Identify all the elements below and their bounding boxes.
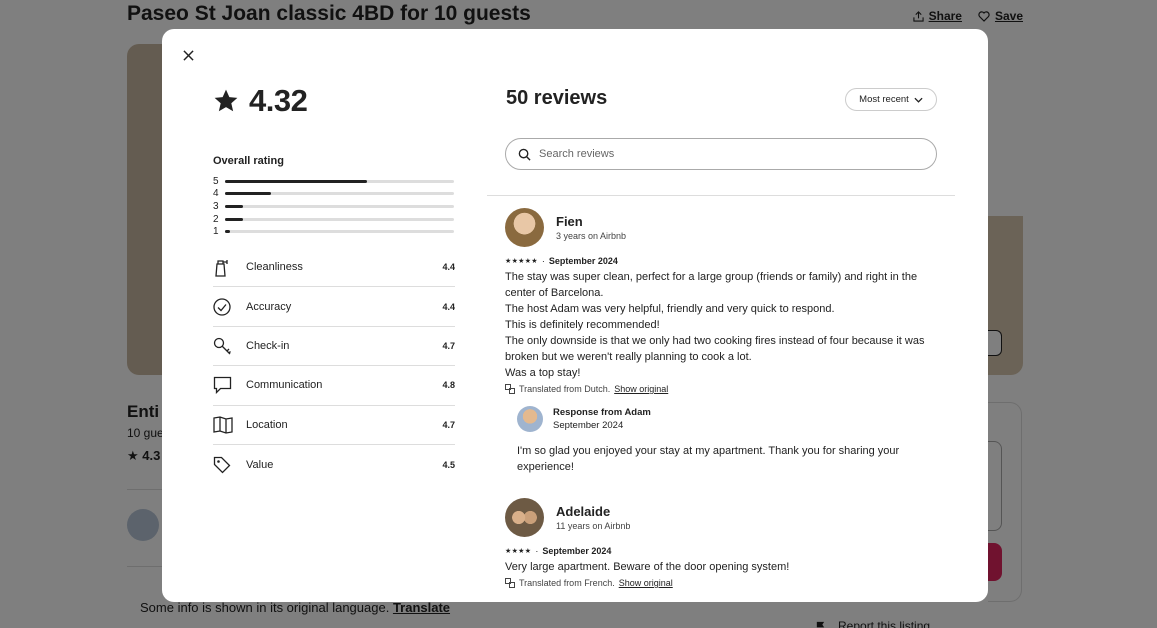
response-text: I'm so glad you enjoyed your stay at my … <box>517 445 900 473</box>
tag-icon <box>213 456 246 474</box>
sort-label: Most recent <box>859 94 909 105</box>
map-icon <box>213 416 246 434</box>
category-value: 4.5 <box>442 459 455 470</box>
rating-bar-fill <box>225 192 271 196</box>
host-response: Response from Adam September 2024 I'm so… <box>505 406 945 475</box>
reviewer-tenure: 3 years on Airbnb <box>556 230 627 241</box>
rating-distribution: 54321 <box>213 175 455 238</box>
category-rating-value: Value 4.5 <box>213 445 455 484</box>
response-title: Response from Adam <box>553 407 651 418</box>
category-ratings: Cleanliness 4.4 Accuracy 4.4 Check-in 4.7 Comm… <box>213 248 455 484</box>
review-date: September 2024 <box>542 546 612 556</box>
review-item: Fien 3 years on Airbnb ★★★★★ · September… <box>505 207 945 475</box>
category-label: Accuracy <box>246 300 292 313</box>
category-label: Cleanliness <box>246 261 303 274</box>
review-text: The stay was super clean, perfect for a … <box>505 271 925 379</box>
close-button[interactable] <box>179 46 197 64</box>
category-rating-cleanliness: Cleanliness 4.4 <box>213 248 455 288</box>
reviewer-name: Adelaide <box>556 503 611 519</box>
reviews-modal: 4.32 Overall rating 54321 Cleanliness 4.4… <box>162 29 988 602</box>
category-rating-location: Location 4.7 <box>213 406 455 445</box>
review-list: Fien 3 years on Airbnb ★★★★★ · September… <box>505 207 945 602</box>
category-value: 4.7 <box>442 340 455 351</box>
rating-summary: 4.32 Overall rating 54321 Cleanliness 4.4… <box>213 81 455 484</box>
rating-bar-row: 5 <box>213 175 455 188</box>
rating-bar-label: 3 <box>213 200 219 212</box>
chevron-down-icon <box>914 97 923 103</box>
category-value: 4.8 <box>442 380 455 391</box>
sort-dropdown[interactable]: Most recent <box>845 88 937 111</box>
rating-bar-fill <box>225 230 230 234</box>
check-circle-icon <box>213 297 246 316</box>
rating-bar-row: 2 <box>213 213 455 226</box>
search-reviews[interactable] <box>505 138 937 170</box>
rating-bar-row: 3 <box>213 200 455 213</box>
review-text: Very large apartment. Beware of the door… <box>505 561 790 573</box>
reviewer-tenure: 11 years on Airbnb <box>556 520 631 531</box>
reviews-count: 50 reviews <box>506 87 608 109</box>
overall-score-value: 4.32 <box>249 83 308 118</box>
rating-bar-row: 4 <box>213 188 455 201</box>
category-value: 4.4 <box>442 262 455 273</box>
category-label: Check-in <box>246 339 290 352</box>
review-stars: ★★★★ <box>505 548 532 555</box>
star-icon <box>214 89 238 112</box>
category-value: 4.7 <box>442 419 455 430</box>
translate-icon <box>505 384 515 394</box>
category-label: Location <box>246 418 288 431</box>
category-rating-communication: Communication 4.8 <box>213 366 455 406</box>
divider <box>487 195 955 196</box>
reviewer-avatar[interactable] <box>505 207 544 247</box>
translate-icon <box>505 578 515 588</box>
host-avatar[interactable] <box>517 406 543 432</box>
overall-rating-label: Overall rating <box>213 155 284 167</box>
rating-bar-label: 5 <box>213 175 219 187</box>
rating-bar-track <box>225 179 454 183</box>
rating-bar-track <box>225 204 454 208</box>
category-rating-check-in: Check-in 4.7 <box>213 327 455 367</box>
rating-bar-fill <box>225 204 244 208</box>
review-item: Adelaide 11 years on Airbnb ★★★★ · Septe… <box>505 497 945 588</box>
show-original-link[interactable]: Show original <box>614 384 668 394</box>
search-input[interactable] <box>539 148 919 160</box>
translation-notice: Translated from French. Show original <box>505 578 945 588</box>
rating-bar-track <box>225 217 454 221</box>
rating-bar-row: 1 <box>213 225 455 238</box>
close-icon <box>182 49 194 61</box>
spray-bottle-icon <box>213 257 246 277</box>
reviewer-avatar[interactable] <box>505 497 544 537</box>
rating-bar-track <box>225 192 454 196</box>
category-label: Communication <box>246 379 323 392</box>
translated-label: Translated from French. <box>519 578 615 588</box>
review-date: September 2024 <box>548 256 618 266</box>
rating-bar-label: 4 <box>213 188 219 200</box>
category-rating-accuracy: Accuracy 4.4 <box>213 287 455 327</box>
rating-bar-track <box>225 230 454 234</box>
overall-score: 4.32 <box>213 81 455 121</box>
category-value: 4.4 <box>442 301 455 312</box>
review-stars: ★★★★★ <box>505 258 538 265</box>
meta-separator: · <box>541 256 545 266</box>
category-label: Value <box>246 458 274 471</box>
rating-bar-label: 1 <box>213 226 219 238</box>
translated-label: Translated from Dutch. <box>519 384 611 394</box>
rating-bar-label: 2 <box>213 213 219 225</box>
meta-separator: · <box>535 546 539 556</box>
show-original-link[interactable]: Show original <box>619 578 673 588</box>
rating-bar-fill <box>225 217 244 221</box>
search-icon <box>518 148 531 161</box>
reviewer-name: Fien <box>556 213 583 229</box>
rating-bar-fill <box>225 179 367 183</box>
translation-notice: Translated from Dutch. Show original <box>505 384 945 394</box>
chat-bubble-icon <box>213 376 246 395</box>
response-date: September 2024 <box>553 420 624 431</box>
key-icon <box>213 337 246 355</box>
